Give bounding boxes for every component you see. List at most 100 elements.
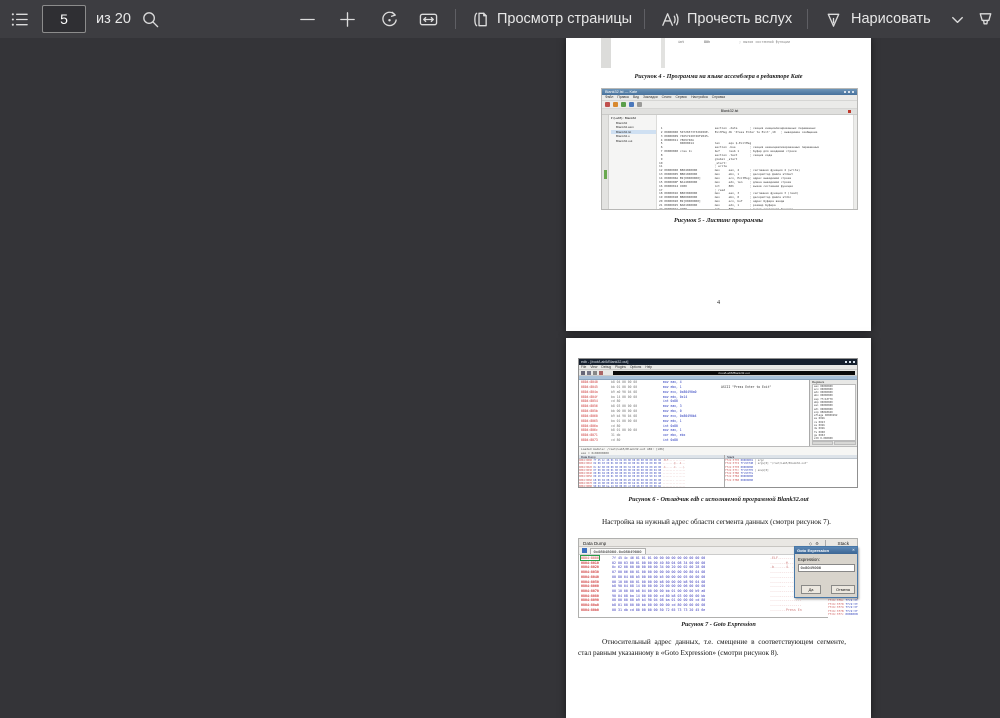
zoom-out-button[interactable] (298, 0, 317, 38)
kate-menu-item: Закладки (643, 95, 658, 99)
minus-icon (298, 10, 317, 29)
draw-button[interactable]: Нарисовать (824, 0, 931, 38)
highlighter-icon (976, 10, 995, 29)
page-number-input[interactable] (42, 5, 86, 33)
toolbar-divider (644, 9, 645, 29)
kate-tool-icon (637, 102, 642, 107)
tab-close-icon (848, 110, 851, 113)
kate-tool-icon (613, 102, 618, 107)
dialog-titlebar: Goto Expression ✕ (795, 547, 857, 554)
edb-status-strip: Loaded module: /root/Lab5/Blank32.out AB… (579, 446, 857, 455)
figure6-edb-window: edb - [/root/Lab5/Blank32.out] FileViewD… (578, 358, 858, 488)
disasm-row: 0804:8073 cd 80 int 0x80 (579, 438, 809, 443)
chevron-down-icon (948, 10, 967, 29)
edb-menu-item: Options (630, 365, 641, 369)
edb-menu-item: Plugins (615, 365, 626, 369)
screenshot-column-strip (661, 38, 665, 68)
window-controls-icons (844, 91, 855, 94)
pdf-canvas: int 80h ; вызов системной функции Рисуно… (0, 38, 1000, 718)
expression-label: Expression: (798, 557, 820, 562)
window-controls-icons (845, 361, 856, 364)
page-view-button[interactable]: Просмотр страницы (470, 0, 632, 38)
expression-input[interactable]: 0x8049000 (798, 564, 855, 572)
edb-tool-icon (593, 371, 597, 375)
registers-list: eax 00000000ecx 00000000edx 00000000ebx … (812, 384, 856, 441)
figure6-caption: Рисунок 6 - Отладчик edb с исполняемой п… (566, 496, 871, 503)
kate-tool-icon (629, 102, 634, 107)
search-icon (141, 10, 160, 29)
kate-menu-item: Сеанс (662, 95, 672, 99)
read-aloud-label: Прочесть вслух (687, 11, 792, 27)
toolbar-divider (455, 9, 456, 29)
document-page-number: 4 (566, 299, 871, 306)
page-view-label: Просмотр страницы (497, 11, 632, 27)
kate-tool-icon (621, 102, 626, 107)
figure4-caption: Рисунок 4 - Программа на языке ассемблер… (566, 73, 871, 80)
memory-region-tab: 0x08048000-0x08049000 (590, 548, 646, 554)
kate-menu-item: Сервис (675, 95, 687, 99)
file-list-item: Blank32.out (611, 139, 656, 144)
code-comment: ; вызов системной функции (739, 40, 790, 44)
stack-row: ffcb:3f88 00000000 (725, 479, 857, 482)
hexdump-row: 0804:80b0 00 31 db cd 80 00 00 00 50 72 … (581, 608, 857, 613)
paragraph: Настройка на нужный адрес области сегмен… (578, 517, 846, 528)
region-icon (582, 548, 587, 553)
listing-line: 22 0000002A CD80 int 80h ; вызов системн… (659, 208, 853, 209)
edb-menu-item: File (581, 365, 586, 369)
rotate-button[interactable] (380, 0, 399, 38)
pdf-page-5: edb - [/root/Lab5/Blank32.out] FileViewD… (566, 338, 871, 718)
edb-tool-icon (599, 371, 603, 375)
kate-toolbar (602, 101, 857, 109)
stack-peek-row: ffcb:3f7c 00000000 (828, 613, 858, 617)
stack-pane-body: ffcb:3f70 00000001 | argc ffcb:3f74 ffc9… (725, 459, 857, 487)
projects-tab-icon (604, 170, 608, 179)
edb-tool-icon (587, 371, 591, 375)
toolbar-divider (807, 9, 808, 29)
close-icon[interactable]: ✕ (852, 548, 855, 552)
zoom-in-button[interactable] (338, 0, 357, 38)
figure5-caption: Рисунок 5 - Листинг программы (566, 217, 871, 224)
page-view-icon (470, 10, 489, 29)
edb-toolbar: /root/Lab5/Blank32.out (579, 370, 857, 376)
kate-menu-item: Правка (617, 95, 628, 99)
kate-menu-item: Файл (605, 95, 613, 99)
page-count-label: из 20 (96, 0, 131, 38)
registers-tabs (812, 441, 856, 445)
table-of-contents-button[interactable] (10, 0, 29, 38)
read-aloud-icon (660, 10, 679, 29)
edb-address-bar: /root/Lab5/Blank32.out (613, 371, 855, 376)
search-button[interactable] (141, 0, 160, 38)
file-tree-root: ▾ (Lab5) : Blank32 (611, 116, 656, 120)
edb-registers-panel: Registers eax 00000000ecx 00000000edx 00… (809, 380, 857, 446)
edb-menu-item: Help (645, 365, 652, 369)
kate-tool-icon (605, 102, 610, 107)
kate-file-sidebar: ▾ (Lab5) : Blank32 Blank32Blank32.asmBla… (609, 115, 657, 210)
code-fragment: int (678, 40, 684, 44)
kate-left-tabstrip (602, 115, 609, 210)
figure7-caption: Рисунок 7 - Goto Expression (566, 621, 871, 628)
edb-tool-icon (581, 371, 585, 375)
rotate-icon (380, 10, 399, 29)
edb-disassembly: 0804:8040 b8 04 00 00 00 mov eax, 4 0804… (579, 380, 809, 446)
edb-datadump-pane: Data Dump 0804:8000 7f 45 4c 46 01 01 01… (579, 455, 725, 488)
figure4-kate-screenshot-partial: int 80h ; вызов системной функции (566, 38, 871, 68)
draw-options-chevron[interactable] (948, 0, 967, 38)
figure5-kate-window: Blank32.lst — Kate ФайлПравкаВидЗакладки… (601, 88, 858, 210)
fit-to-width-button[interactable] (419, 0, 438, 38)
edb-stack-pane: Stack ffcb:3f70 00000001 | argc ffcb:3f7… (725, 455, 857, 488)
edb-menu-item: View (590, 365, 597, 369)
datadump-title: Data Dump (583, 541, 606, 546)
dialog-cancel-button[interactable]: Отмена (831, 585, 855, 594)
dialog-ok-button[interactable]: Да (801, 585, 821, 594)
highlight-button[interactable] (976, 0, 995, 38)
gear-icon: ⚙ (815, 541, 819, 546)
fit-width-icon (419, 10, 438, 29)
kate-menu-item: Справка (712, 95, 725, 99)
dialog-title: Goto Expression (797, 548, 829, 553)
stack-header-label: Stack (838, 541, 850, 546)
code-fragment: 80h (704, 40, 710, 44)
read-aloud-button[interactable]: Прочесть вслух (660, 0, 792, 38)
detach-icon: ◇ (809, 541, 812, 546)
kate-menu-item: Настройка (691, 95, 708, 99)
kate-menu-item: Вид (633, 95, 639, 99)
